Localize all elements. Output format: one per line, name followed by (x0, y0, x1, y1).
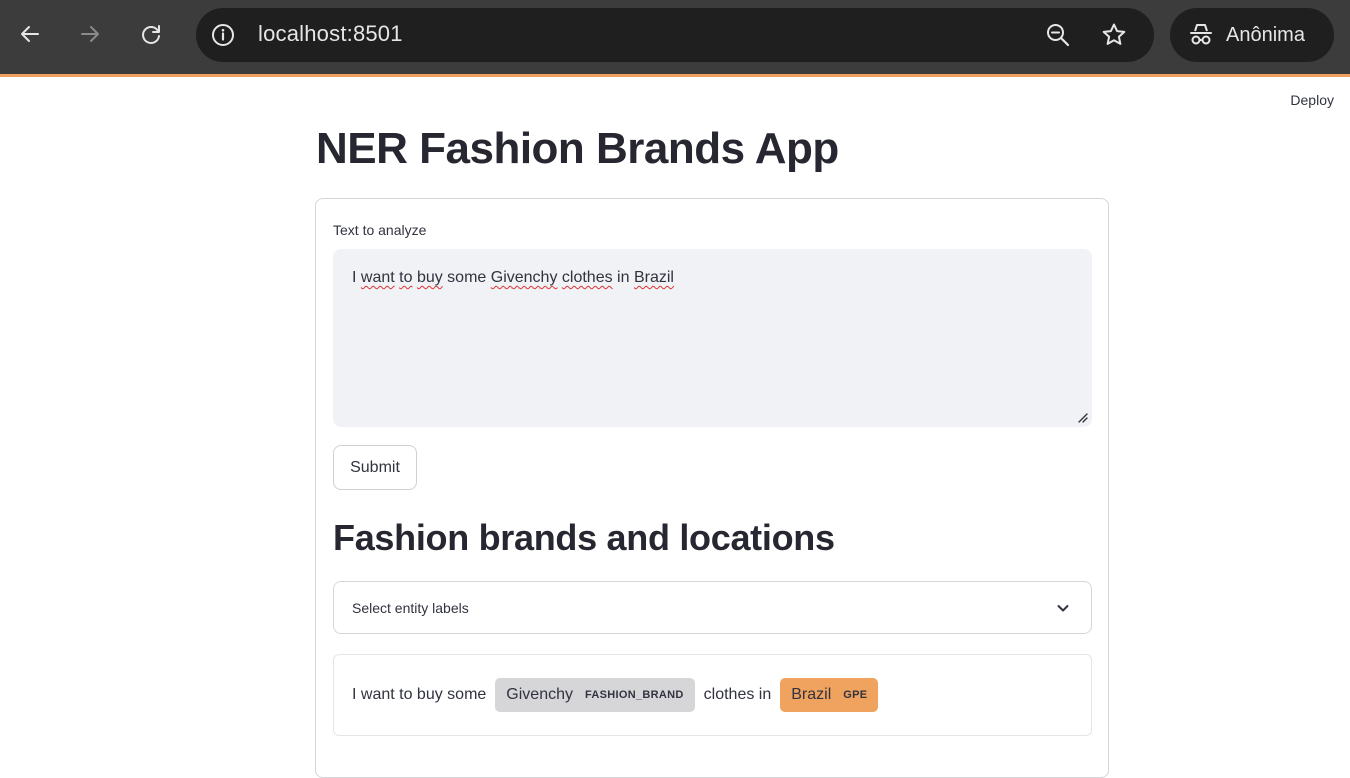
forward-button[interactable] (70, 14, 110, 54)
results-heading: Fashion brands and locations (333, 517, 835, 558)
text-field-label: Text to analyze (333, 222, 427, 238)
back-button[interactable] (10, 14, 50, 54)
entity-gpe: Brazil GPE (780, 678, 879, 712)
entity-label: FASHION_BRAND (585, 689, 684, 701)
arrow-left-icon (21, 26, 39, 42)
select-placeholder: Select entity labels (352, 600, 469, 616)
url-text[interactable]: localhost:8501 (258, 21, 403, 47)
submit-button[interactable]: Submit (333, 445, 417, 490)
chevron-down-icon (1057, 605, 1069, 612)
entity-visualization: I want to buy some Givenchy FASHION_BRAN… (333, 654, 1092, 736)
entity-text: Givenchy (506, 686, 573, 703)
resize-handle-icon[interactable] (1076, 411, 1088, 423)
page-title: NER Fashion Brands App (316, 124, 839, 173)
address-bar[interactable]: localhost:8501 (196, 8, 1154, 62)
entity-labels-select[interactable]: Select entity labels (333, 581, 1092, 634)
incognito-icon (1190, 24, 1212, 45)
bookmark-star-icon[interactable] (1100, 21, 1128, 49)
entity-text: Brazil (791, 686, 832, 703)
reload-icon (142, 25, 160, 44)
text-segment: clothes in (703, 686, 772, 703)
incognito-profile-button[interactable]: Anônima (1170, 8, 1334, 62)
zoom-icon[interactable] (1044, 21, 1072, 49)
site-info-icon[interactable] (210, 22, 236, 48)
text-to-analyze-input[interactable]: I want to buy some Givenchy clothes in B… (333, 249, 1092, 427)
deploy-button[interactable]: Deploy (1290, 92, 1334, 108)
profile-label: Anônima (1226, 23, 1305, 46)
analysis-form: Text to analyze I want to buy some Given… (315, 198, 1109, 778)
browser-toolbar: localhost:8501 Anônima (0, 0, 1350, 74)
entity-fashion-brand: Givenchy FASHION_BRAND (495, 678, 695, 712)
toolbar-divider (0, 74, 1350, 77)
reload-button[interactable] (131, 14, 171, 54)
text-segment: I want to buy some (352, 686, 487, 703)
arrow-right-icon (81, 26, 99, 42)
entity-label: GPE (843, 689, 868, 701)
